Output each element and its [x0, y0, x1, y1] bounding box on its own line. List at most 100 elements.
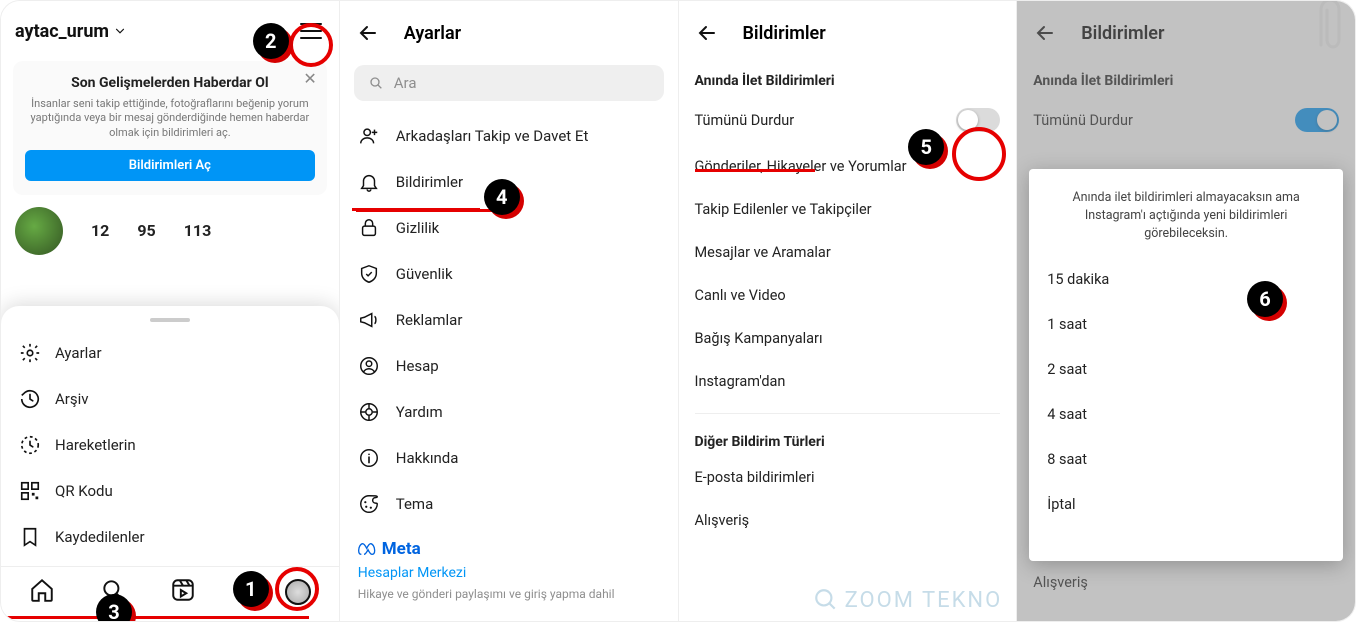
- section-header-other: Diğer Bildirim Türleri: [695, 424, 1001, 456]
- row-mesajlar[interactable]: Mesajlar ve Aramalar: [695, 231, 1001, 274]
- info-icon: [358, 447, 380, 469]
- activity-icon: [19, 434, 41, 456]
- back-arrow-icon[interactable]: [356, 21, 380, 45]
- step-badge-1: 1: [233, 571, 269, 607]
- chevron-down-icon: [113, 24, 127, 38]
- reels-icon: [170, 577, 196, 603]
- row-eposta[interactable]: E-posta bildirimleri: [695, 456, 1001, 499]
- sheet-item-arsiv[interactable]: Arşiv: [1, 376, 339, 422]
- settings-label: Bildirimler: [396, 173, 463, 191]
- settings-item-yardim[interactable]: Yardım: [340, 389, 678, 435]
- option-2saat[interactable]: 2 saat: [1029, 347, 1343, 392]
- row-tumunu-durdur[interactable]: Tümünü Durdur: [695, 95, 1001, 145]
- row-alisveris[interactable]: Alışveriş: [695, 499, 1001, 542]
- stat-followers[interactable]: 95: [137, 221, 155, 240]
- tab-home[interactable]: [29, 577, 55, 607]
- username-dropdown[interactable]: aytac_urum: [15, 21, 127, 42]
- row-label: Instagram'dan: [695, 373, 786, 390]
- search-placeholder: Ara: [394, 74, 417, 92]
- lock-icon: [358, 217, 380, 239]
- watermark: ZOOM TEKNO: [813, 587, 1003, 613]
- settings-item-hakkinda[interactable]: Hakkında: [340, 435, 678, 481]
- row-label: Takip Edilenler ve Takipçiler: [695, 201, 872, 218]
- meta-logo: Meta: [358, 539, 660, 559]
- option-8saat[interactable]: 8 saat: [1029, 437, 1343, 482]
- settings-item-takip[interactable]: Arkadaşları Takip ve Davet Et: [340, 113, 678, 159]
- step-badge-6: 6: [1247, 281, 1283, 317]
- highlight-underline: [695, 169, 815, 172]
- tab-reels[interactable]: [170, 577, 196, 607]
- row-bagis[interactable]: Bağış Kampanyaları: [695, 317, 1001, 360]
- panel-notifications: Bildirimler Anında İlet Bildirimleri Tüm…: [679, 1, 1018, 621]
- row-label: E-posta bildirimleri: [695, 469, 815, 486]
- gear-icon: [19, 342, 41, 364]
- row-label: Alışveriş: [695, 512, 750, 529]
- sheet-label: Kaydedilenler: [55, 528, 145, 546]
- option-iptal[interactable]: İptal: [1029, 482, 1343, 527]
- user-icon: [358, 355, 380, 377]
- search-icon: [368, 75, 384, 91]
- settings-label: Hesap: [396, 357, 439, 375]
- row-takip[interactable]: Takip Edilenler ve Takipçiler: [695, 188, 1001, 231]
- page-title: Ayarlar: [404, 23, 461, 44]
- back-arrow-icon[interactable]: [695, 21, 719, 45]
- sheet-label: QR Kodu: [55, 482, 113, 500]
- meta-section: Meta Hesaplar Merkezi Hikaye ve gönderi …: [340, 527, 678, 603]
- search-input[interactable]: Ara: [354, 65, 664, 101]
- divider: [695, 413, 1001, 414]
- panel-pause-duration: Bildirimler Anında İlet Bildirimleri Tüm…: [1017, 1, 1355, 621]
- stat-posts[interactable]: 12: [91, 221, 109, 240]
- page-title: Bildirimler: [743, 23, 826, 44]
- close-icon[interactable]: ✕: [303, 69, 316, 88]
- accounts-center-link[interactable]: Hesaplar Merkezi: [358, 565, 660, 581]
- highlight-circle: [275, 567, 319, 611]
- row-label: Bağış Kampanyaları: [695, 330, 823, 347]
- meta-subtitle: Hikaye ve gönderi paylaşımı ve giriş yap…: [358, 587, 660, 601]
- sheet-item-hareketlerin[interactable]: Hareketlerin: [1, 422, 339, 468]
- settings-item-guvenlik[interactable]: Güvenlik: [340, 251, 678, 297]
- open-notifications-button[interactable]: Bildirimleri Aç: [25, 150, 315, 181]
- help-icon: [358, 401, 380, 423]
- paperclip-icon: [1311, 1, 1341, 55]
- row-instagramdan[interactable]: Instagram'dan: [695, 360, 1001, 403]
- profile-stats: 12 95 113: [1, 201, 339, 255]
- option-15dakika[interactable]: 15 dakika: [1029, 257, 1343, 302]
- row-canli[interactable]: Canlı ve Video: [695, 274, 1001, 317]
- option-1saat[interactable]: 1 saat: [1029, 302, 1343, 347]
- step-badge-5: 5: [908, 129, 944, 165]
- sheet-label: Arşiv: [55, 390, 89, 408]
- sheet-label: Ayarlar: [55, 344, 102, 362]
- sheet-item-kaydedilenler[interactable]: Kaydedilenler: [1, 514, 339, 560]
- sheet-item-qrkodu[interactable]: QR Kodu: [1, 468, 339, 514]
- notifications-card: ✕ Son Gelişmelerden Haberdar Ol İnsanlar…: [13, 61, 327, 195]
- highlight-circle: [952, 127, 1006, 181]
- step-badge-4: 4: [484, 179, 520, 215]
- add-friend-icon: [358, 125, 380, 147]
- sheet-label: Hareketlerin: [55, 436, 136, 454]
- stat-following[interactable]: 113: [184, 221, 212, 240]
- row-label: Mesajlar ve Aramalar: [695, 244, 831, 261]
- megaphone-icon: [358, 309, 380, 331]
- settings-item-tema[interactable]: Tema: [340, 481, 678, 527]
- settings-label: Reklamlar: [396, 311, 463, 329]
- settings-item-reklamlar[interactable]: Reklamlar: [340, 297, 678, 343]
- settings-label: Hakkında: [396, 449, 459, 467]
- settings-item-hesap[interactable]: Hesap: [340, 343, 678, 389]
- option-4saat[interactable]: 4 saat: [1029, 392, 1343, 437]
- card-title: Son Gelişmelerden Haberdar Ol: [25, 75, 315, 91]
- qr-icon: [19, 480, 41, 502]
- shield-icon: [358, 263, 380, 285]
- bell-icon: [358, 171, 380, 193]
- avatar[interactable]: [15, 207, 63, 255]
- settings-label: Güvenlik: [396, 265, 453, 283]
- sheet-item-ayarlar[interactable]: Ayarlar: [1, 330, 339, 376]
- bookmark-icon: [19, 526, 41, 548]
- search-icon: [813, 587, 839, 613]
- bottom-sheet: Ayarlar 3 Arşiv Hareketlerin QR Kodu Kay…: [1, 306, 339, 621]
- panel-settings: Ayarlar Ara Arkadaşları Takip ve Davet E…: [340, 1, 679, 621]
- section-header-push: Anında İlet Bildirimleri: [695, 63, 1001, 95]
- row-label: Tümünü Durdur: [695, 112, 795, 129]
- row-label: Canlı ve Video: [695, 287, 786, 304]
- sheet-handle[interactable]: [150, 318, 190, 322]
- duration-modal: Anında ilet bildirimleri almayacaksın am…: [1029, 169, 1343, 561]
